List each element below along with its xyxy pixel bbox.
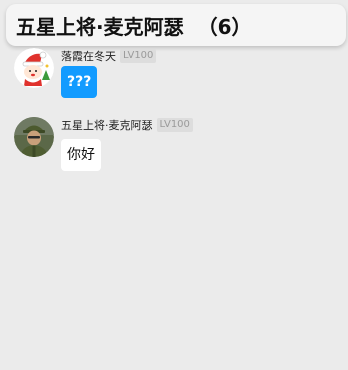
christmas-cartoon-avatar-icon[interactable] <box>14 48 54 88</box>
message-meta: 落霞在冬天 LV100 <box>61 48 157 64</box>
soldier-photo-avatar-icon[interactable] <box>14 117 54 157</box>
sender-nickname[interactable]: 五星上将·麦克阿瑟 <box>61 117 153 133</box>
chat-header: 五星上将·麦克阿瑟 （6） <box>6 4 346 46</box>
sender-nickname[interactable]: 落霞在冬天 <box>61 48 116 64</box>
level-badge: LV100 <box>156 118 193 132</box>
member-count: （6） <box>197 14 252 39</box>
message-bubble[interactable]: ??? <box>61 66 98 98</box>
message-row: 落霞在冬天 LV100 ??? <box>14 48 314 108</box>
chat-screen: 五星上将·麦克阿瑟 （6） 落霞在冬天 LV100 ??? 五星上将·麦克阿瑟 … <box>0 0 348 370</box>
group-title: 五星上将·麦克阿瑟 <box>16 14 184 39</box>
message-row: 五星上将·麦克阿瑟 LV100 你好 <box>14 117 314 177</box>
message-meta: 五星上将·麦克阿瑟 LV100 <box>61 117 193 133</box>
level-badge: LV100 <box>120 49 157 63</box>
message-bubble[interactable]: 你好 <box>61 139 101 171</box>
